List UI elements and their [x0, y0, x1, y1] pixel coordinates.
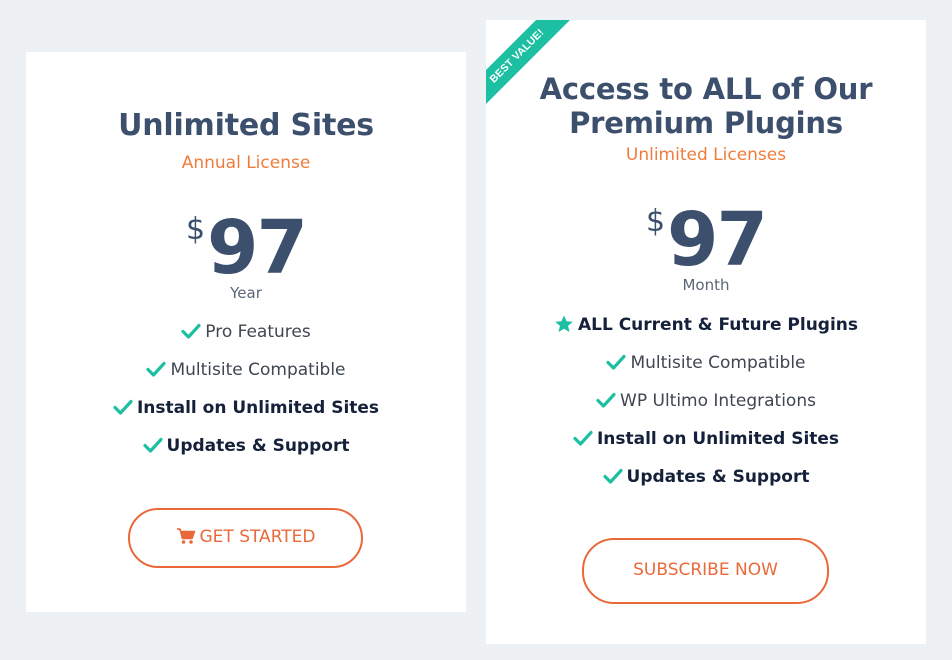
feature-label: Install on Unlimited Sites — [596, 429, 840, 449]
feature-label: Updates & Support — [626, 467, 810, 487]
subscribe-now-label: SUBSCRIBE NOW — [633, 560, 778, 580]
plan-subtitle: Unlimited Licenses — [625, 145, 787, 165]
feature-label: Install on Unlimited Sites — [136, 398, 380, 418]
get-started-button[interactable]: GET STARTED — [128, 508, 363, 568]
plan-title: Access to ALL of Our Premium Plugins — [486, 72, 926, 140]
feature-label: Multisite Compatible — [170, 360, 346, 380]
check-icon — [602, 468, 623, 484]
price-amount: 97 — [667, 197, 768, 283]
plan-subtitle: Annual License — [181, 153, 311, 173]
feature-item: Multisite Compatible — [26, 358, 466, 396]
feature-item: Install on Unlimited Sites — [26, 396, 466, 434]
feature-list: Pro Features Multisite Compatible Instal… — [26, 320, 466, 472]
plan-title-line-1: Access to ALL of Our — [539, 72, 873, 106]
check-icon — [606, 354, 627, 370]
feature-item: WP Ultimo Integrations — [486, 389, 926, 427]
check-icon — [113, 399, 133, 415]
plan-title-line-2: Premium Plugins — [569, 106, 843, 140]
feature-item: Install on Unlimited Sites — [486, 427, 926, 465]
billing-period: Year — [230, 284, 262, 302]
cart-icon — [176, 528, 195, 544]
currency-symbol: $ — [645, 204, 666, 239]
feature-item: Updates & Support — [486, 465, 926, 503]
billing-period: Month — [682, 276, 730, 294]
get-started-label: GET STARTED — [199, 527, 316, 547]
feature-item: Pro Features — [26, 320, 466, 358]
check-icon — [142, 437, 163, 453]
plan-price: $97 — [486, 200, 926, 280]
feature-item: ALL Current & Future Plugins — [486, 313, 926, 351]
feature-label: WP Ultimo Integrations — [620, 391, 816, 411]
pricing-card-premium-plugins: BEST VALUE! Access to ALL of Our Premium… — [486, 20, 926, 644]
check-icon — [181, 323, 201, 339]
feature-item: Updates & Support — [26, 434, 466, 472]
check-icon — [146, 361, 167, 377]
feature-list: ALL Current & Future Plugins Multisite C… — [486, 313, 926, 503]
star-icon — [555, 315, 573, 332]
check-icon — [596, 392, 616, 408]
feature-label: ALL Current & Future Plugins — [577, 315, 859, 335]
pricing-card-unlimited-sites: Unlimited Sites Annual License $97 Year … — [26, 52, 466, 612]
plan-title: Unlimited Sites — [118, 108, 374, 143]
subscribe-now-button[interactable]: SUBSCRIBE NOW — [582, 538, 829, 604]
feature-label: Pro Features — [205, 322, 311, 342]
feature-label: Updates & Support — [166, 436, 350, 456]
check-icon — [573, 430, 593, 446]
currency-symbol: $ — [185, 212, 206, 247]
price-amount: 97 — [207, 205, 308, 291]
feature-label: Multisite Compatible — [630, 353, 806, 373]
feature-item: Multisite Compatible — [486, 351, 926, 389]
plan-price: $97 — [26, 208, 466, 288]
